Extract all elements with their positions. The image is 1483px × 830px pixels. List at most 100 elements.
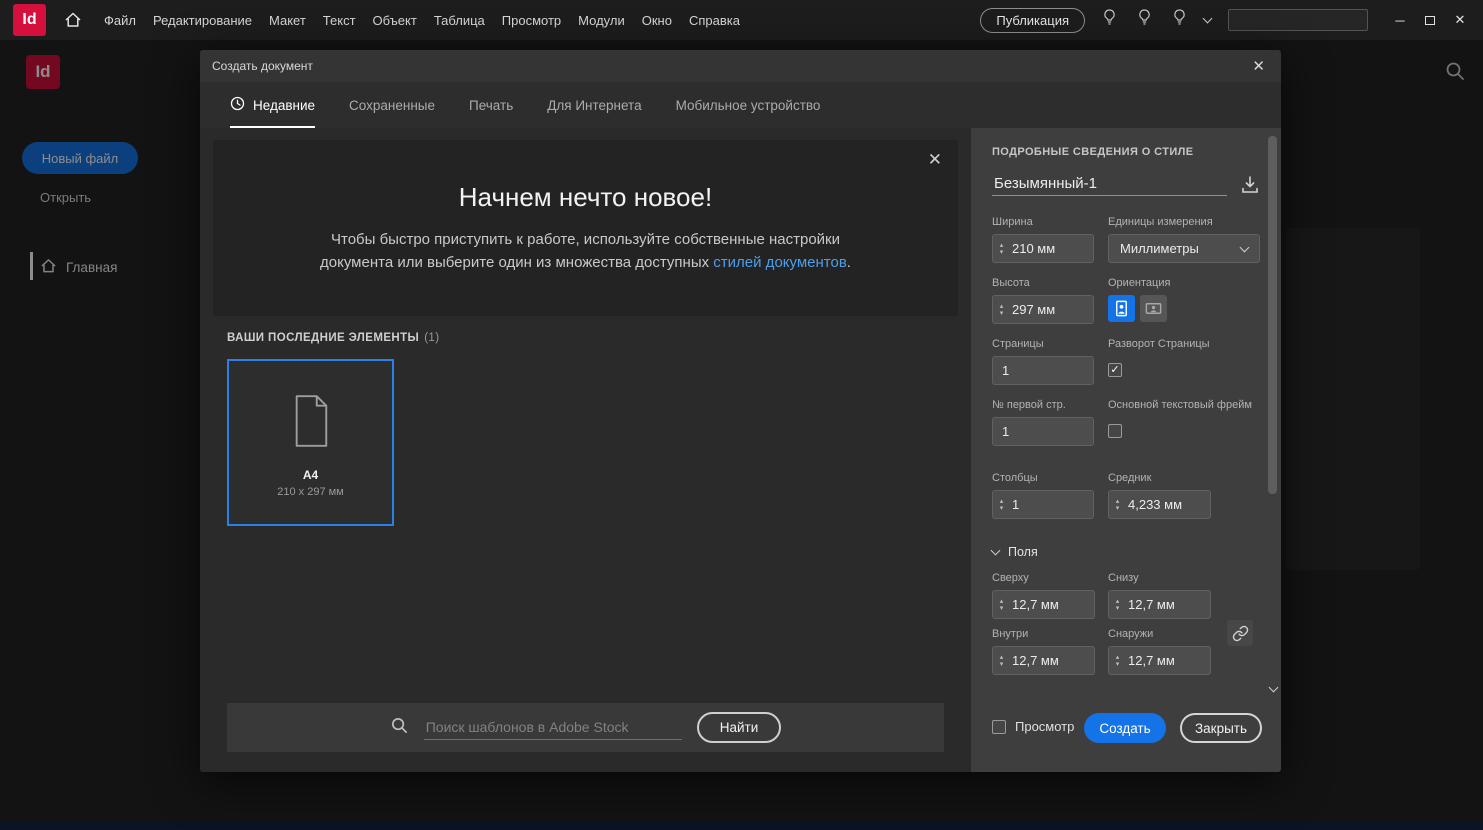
document-icon — [290, 394, 332, 453]
height-label: Высота — [992, 277, 1030, 289]
close-dialog-button[interactable]: Закрыть — [1180, 713, 1262, 743]
facing-pages-label: Разворот Страницы — [1108, 338, 1210, 350]
recent-preset-card[interactable]: A4 210 x 297 мм — [227, 359, 394, 526]
menu-plugins[interactable]: Модули — [578, 13, 625, 28]
dialog-main: ✕ Начнем нечто новое! Чтобы быстро прист… — [200, 128, 971, 772]
stepper-arrows[interactable]: ▴▾ — [993, 498, 1010, 512]
dialog-title: Создать документ — [212, 59, 313, 73]
margin-top-input[interactable] — [1010, 597, 1094, 612]
recent-items-heading-text: ВАШИ ПОСЛЕДНИЕ ЭЛЕМЕНТЫ — [227, 332, 419, 344]
tab-label: Мобильное устройство — [676, 98, 821, 113]
width-stepper: ▴▾ — [992, 234, 1094, 263]
margins-section-header[interactable]: Поля — [992, 545, 1038, 559]
banner-text: Чтобы быстро приступить к работе, исполь… — [301, 228, 871, 275]
width-label: Ширина — [992, 216, 1033, 228]
landscape-orientation-button[interactable] — [1140, 295, 1167, 322]
preset-details-heading: ПОДРОБНЫЕ СВЕДЕНИЯ О СТИЛЕ — [992, 146, 1194, 158]
units-select[interactable]: Миллиметры — [1108, 234, 1260, 263]
portrait-orientation-button[interactable] — [1108, 295, 1135, 322]
menu-edit[interactable]: Редактирование — [153, 13, 252, 28]
scroll-down-icon[interactable] — [1269, 683, 1279, 693]
height-input[interactable] — [1010, 302, 1093, 317]
tab-saved[interactable]: Сохраненные — [349, 82, 435, 128]
chevron-down-icon[interactable] — [1203, 14, 1213, 24]
stepper-arrows[interactable]: ▴▾ — [993, 654, 1010, 668]
publish-button[interactable]: Публикация — [980, 8, 1085, 33]
document-presets-link[interactable]: стилей документов — [713, 254, 847, 271]
panel-scrollbar-thumb[interactable] — [1268, 136, 1277, 494]
window-controls: ─ ✕ — [1385, 5, 1475, 35]
margin-bottom-label: Снизу — [1108, 572, 1139, 584]
create-button[interactable]: Создать — [1084, 713, 1166, 743]
margin-bottom-input[interactable] — [1126, 597, 1210, 612]
tab-label: Сохраненные — [349, 98, 435, 113]
magnifier-icon — [390, 716, 409, 740]
menu-object[interactable]: Объект — [373, 13, 417, 28]
welcome-banner: ✕ Начнем нечто новое! Чтобы быстро прист… — [213, 140, 958, 316]
pages-label: Страницы — [992, 338, 1044, 350]
banner-close-icon[interactable]: ✕ — [928, 150, 942, 170]
lightbulb-icon[interactable] — [1172, 9, 1187, 31]
menubar: Файл Редактирование Макет Текст Объект Т… — [104, 13, 740, 28]
home-icon[interactable] — [64, 11, 82, 29]
columns-stepper: ▴▾ — [992, 490, 1094, 519]
menu-help[interactable]: Справка — [689, 13, 740, 28]
create-document-dialog: Создать документ ✕ Недавние Сохраненные … — [200, 50, 1281, 772]
menu-file[interactable]: Файл — [104, 13, 136, 28]
margin-inside-input[interactable] — [1010, 653, 1094, 668]
width-input[interactable] — [1010, 241, 1093, 256]
primary-text-frame-label: Основной текстовый фрейм — [1108, 399, 1252, 411]
columns-input[interactable] — [1010, 497, 1093, 512]
menu-table[interactable]: Таблица — [434, 13, 485, 28]
margins-label: Поля — [1008, 545, 1038, 559]
dialog-close-icon[interactable]: ✕ — [1248, 57, 1269, 75]
tab-label: Для Интернета — [547, 98, 641, 113]
facing-pages-checkbox[interactable] — [1108, 363, 1122, 377]
close-button[interactable]: ✕ — [1445, 5, 1475, 35]
preview-checkbox[interactable] — [992, 720, 1006, 734]
preset-size: 210 x 297 мм — [277, 486, 344, 498]
indesign-logo[interactable]: Id — [13, 4, 46, 36]
stepper-arrows[interactable]: ▴▾ — [993, 242, 1010, 256]
margin-outside-input[interactable] — [1126, 653, 1210, 668]
clock-icon — [230, 96, 245, 114]
menu-type[interactable]: Текст — [323, 13, 356, 28]
maximize-button[interactable] — [1415, 5, 1445, 35]
download-preset-icon[interactable] — [1237, 172, 1263, 198]
chevron-down-icon — [1240, 242, 1250, 252]
tab-recent[interactable]: Недавние — [230, 82, 315, 128]
margin-outside-label: Снаружи — [1108, 628, 1153, 640]
stepper-arrows[interactable]: ▴▾ — [1109, 498, 1126, 512]
recent-items-heading: ВАШИ ПОСЛЕДНИЕ ЭЛЕМЕНТЫ (1) — [227, 332, 439, 344]
stepper-arrows[interactable]: ▴▾ — [1109, 654, 1126, 668]
menu-view[interactable]: Просмотр — [502, 13, 561, 28]
stock-search-input[interactable] — [424, 715, 682, 740]
stepper-arrows[interactable]: ▴▾ — [993, 598, 1010, 612]
units-value: Миллиметры — [1120, 241, 1199, 256]
height-stepper: ▴▾ — [992, 295, 1094, 324]
stepper-arrows[interactable]: ▴▾ — [1109, 598, 1126, 612]
margin-inside-label: Внутри — [992, 628, 1028, 640]
tab-mobile[interactable]: Мобильное устройство — [676, 82, 821, 128]
gutter-input[interactable] — [1126, 497, 1210, 512]
lightbulb-icon[interactable] — [1137, 9, 1152, 31]
gutter-label: Средник — [1108, 472, 1151, 484]
preset-name-input[interactable] — [992, 172, 1227, 196]
find-button[interactable]: Найти — [697, 712, 782, 743]
lightbulb-icon[interactable] — [1102, 9, 1117, 31]
recent-items-count: (1) — [424, 332, 439, 344]
dialog-body: ✕ Начнем нечто новое! Чтобы быстро прист… — [200, 128, 1281, 772]
menu-layout[interactable]: Макет — [269, 13, 306, 28]
link-margins-icon[interactable] — [1227, 620, 1253, 646]
stepper-arrows[interactable]: ▴▾ — [993, 303, 1010, 317]
minimize-button[interactable]: ─ — [1385, 5, 1415, 35]
stock-search-bar: Найти — [227, 703, 944, 752]
tab-print[interactable]: Печать — [469, 82, 513, 128]
primary-text-frame-checkbox[interactable] — [1108, 424, 1122, 438]
dialog-titlebar: Создать документ ✕ — [200, 50, 1281, 82]
tab-web[interactable]: Для Интернета — [547, 82, 641, 128]
pages-input[interactable] — [992, 356, 1094, 385]
menu-window[interactable]: Окно — [642, 13, 672, 28]
start-page-input[interactable] — [992, 417, 1094, 446]
titlebar-search-input[interactable] — [1228, 9, 1368, 31]
